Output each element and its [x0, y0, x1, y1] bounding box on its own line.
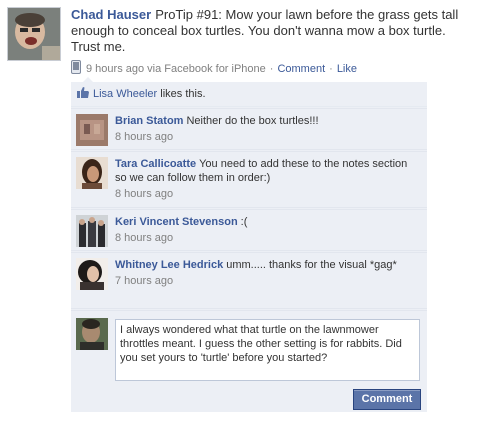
comment-author[interactable]: Keri Vincent Stevenson: [115, 216, 238, 228]
post-timestamp[interactable]: 9 hours ago via Facebook for iPhone: [86, 63, 266, 75]
post-message: Chad Hauser ProTip #91: Mow your lawn bef…: [71, 7, 476, 55]
comment-item: Brian Statom Neither do the box turtles!!…: [71, 108, 427, 150]
comment-input[interactable]: I always wondered what that turtle on th…: [115, 319, 420, 381]
comment-composer: I always wondered what that turtle on th…: [71, 310, 427, 413]
comment-timestamp[interactable]: 8 hours ago: [115, 231, 421, 245]
comment-avatar[interactable]: [76, 258, 108, 290]
comment-text: umm..... thanks for the visual *gag*: [226, 259, 397, 271]
comment-text: Neither do the box turtles!!!: [186, 115, 319, 127]
comment-author[interactable]: Brian Statom: [115, 115, 183, 127]
current-user-avatar: [76, 318, 108, 350]
comment-avatar[interactable]: [76, 114, 108, 146]
comment-avatar[interactable]: [76, 215, 108, 247]
likes-suffix: likes this.: [160, 88, 206, 100]
comment-item: Keri Vincent Stevenson:( 8 hours ago: [71, 209, 427, 251]
avatar-photo: [76, 258, 108, 290]
comment-body: Keri Vincent Stevenson:( 8 hours ago: [115, 215, 421, 245]
comment-avatar[interactable]: [76, 157, 108, 189]
comment-text: :(: [240, 216, 248, 228]
post-meta: 9 hours ago via Facebook for iPhone · Comm…: [71, 60, 357, 76]
thumbs-up-icon: [77, 87, 89, 98]
comment-item: Tara Callicoatte You need to add these to…: [71, 151, 427, 208]
comment-author[interactable]: Whitney Lee Hedrick: [115, 259, 223, 271]
comment-body: Whitney Lee Hedrick umm..... thanks for t…: [115, 258, 421, 288]
comment-timestamp[interactable]: 8 hours ago: [115, 187, 421, 201]
comment-item: Whitney Lee Hedrick umm..... thanks for t…: [71, 252, 427, 309]
likes-summary: Lisa Wheeler likes this.: [71, 82, 427, 107]
comment-link[interactable]: Comment: [277, 63, 325, 75]
comment-author[interactable]: Tara Callicoatte: [115, 158, 196, 170]
post-author-name[interactable]: Chad Hauser: [71, 7, 151, 22]
avatar-photo: [8, 8, 60, 60]
post-author-avatar[interactable]: [7, 7, 61, 61]
avatar-photo: [76, 114, 108, 146]
liker-name[interactable]: Lisa Wheeler: [93, 88, 157, 100]
meta-separator: ·: [269, 63, 274, 75]
comment-timestamp[interactable]: 7 hours ago: [115, 274, 421, 288]
meta-separator: ·: [329, 63, 333, 75]
comment-body: Tara Callicoatte You need to add these to…: [115, 157, 421, 201]
comment-timestamp[interactable]: 8 hours ago: [115, 130, 421, 144]
feedback-panel: Lisa Wheeler likes this. Brian Statom Nei…: [71, 77, 427, 413]
comment-submit-button[interactable]: Comment: [353, 389, 421, 410]
comment-body: Brian Statom Neither do the box turtles!!…: [115, 114, 421, 144]
avatar-photo: [76, 215, 108, 247]
avatar-photo: [76, 318, 108, 350]
phone-icon: [71, 60, 81, 74]
avatar-photo: [76, 157, 108, 189]
like-link[interactable]: Like: [337, 63, 357, 75]
